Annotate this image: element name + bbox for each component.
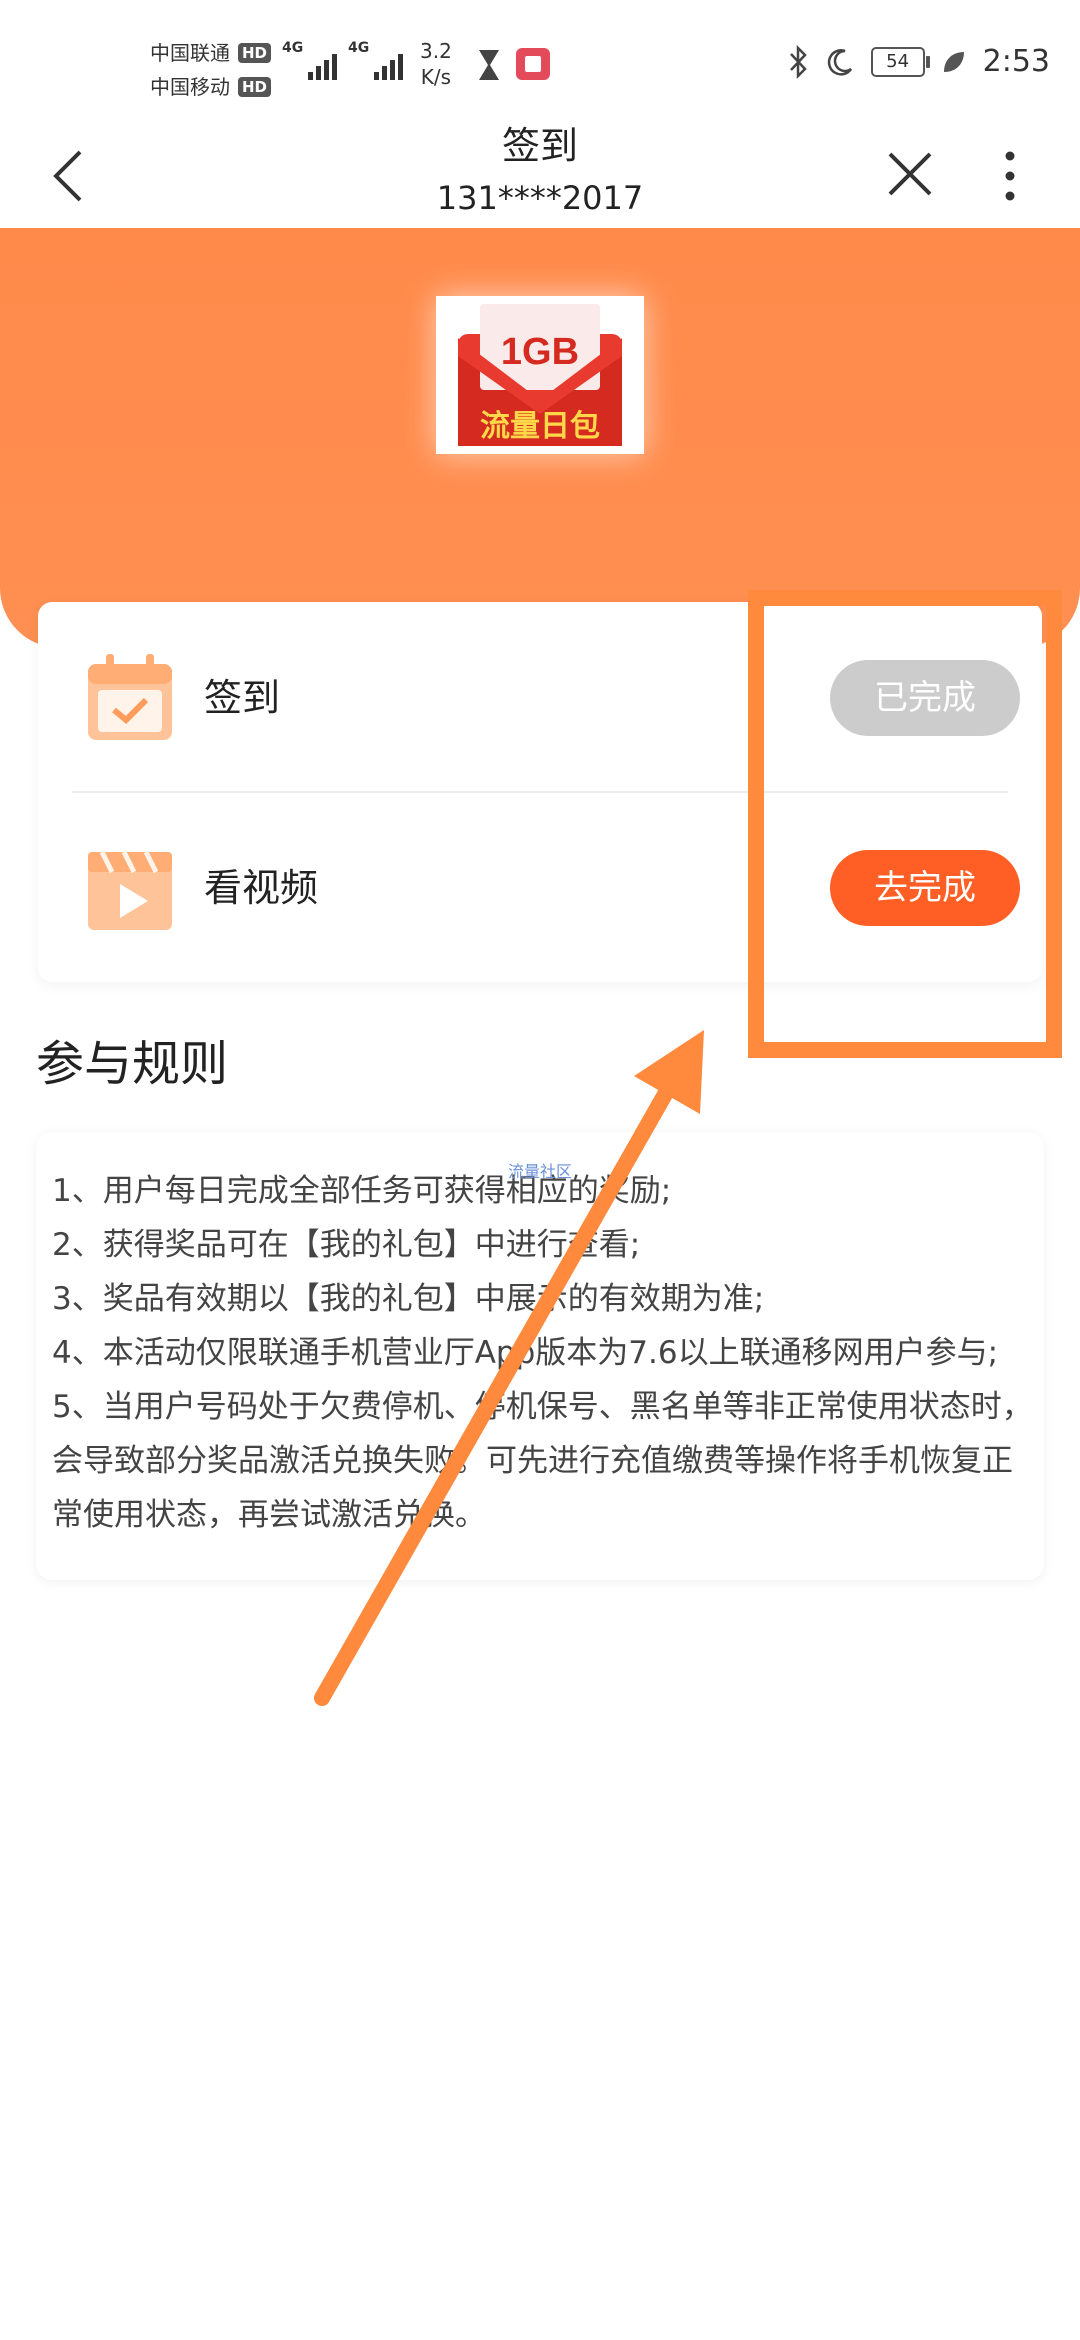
moon-icon xyxy=(827,48,852,76)
network-speed: 3.2 K/s xyxy=(420,39,452,89)
status-right: 54 2:53 xyxy=(787,44,1050,79)
hd-badge-2: HD xyxy=(238,77,272,97)
hourglass-icon xyxy=(479,50,499,80)
badge-bottom-text: 流量日包 xyxy=(480,409,600,444)
badge-top-text: 1GB xyxy=(501,331,579,373)
annotation-arrow-icon xyxy=(314,1030,704,1706)
video-play-icon xyxy=(88,850,172,930)
nav-bar: 签到 131****2017 xyxy=(0,120,1080,228)
data-pack-badge: 1GB 流量日包 xyxy=(436,296,644,454)
task-label: 看视频 xyxy=(204,866,319,910)
clock: 2:53 xyxy=(982,44,1050,79)
book-app-icon xyxy=(516,48,550,80)
envelope-icon: 1GB 流量日包 xyxy=(458,304,622,446)
close-icon[interactable] xyxy=(880,140,940,210)
leaf-icon xyxy=(943,51,964,72)
rules-heading: 参与规则 xyxy=(36,1036,229,1092)
hd-badge-1: HD xyxy=(238,43,272,63)
bluetooth-icon xyxy=(789,44,807,79)
highlight-box xyxy=(748,590,1062,1058)
carrier-1: 中国联通 xyxy=(150,41,230,65)
battery-indicator: 54 xyxy=(870,46,930,77)
more-menu-icon[interactable] xyxy=(990,140,1030,210)
signal-icon-2: 4G xyxy=(348,40,404,80)
signal-icon-1: 4G xyxy=(282,40,338,80)
calendar-check-icon xyxy=(88,654,172,740)
carrier-2: 中国移动 xyxy=(150,75,230,99)
carrier-info: 中国联通 HD 中国移动 HD xyxy=(150,36,272,104)
status-bar: 中国联通 HD 中国移动 HD 4G 4G 3.2 K/s 54 2:53 xyxy=(0,0,1080,120)
task-label: 签到 xyxy=(204,676,281,720)
